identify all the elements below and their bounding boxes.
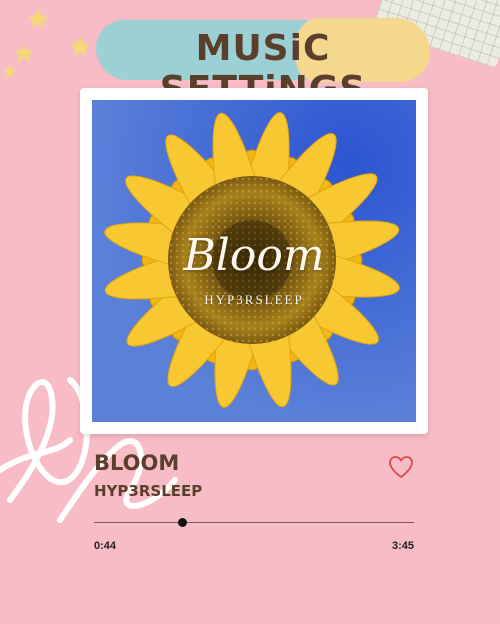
cover-title: Bloom [183, 230, 325, 281]
heart-icon[interactable] [388, 455, 414, 479]
total-time: 3:45 [391, 540, 414, 552]
song-artist: HYP3RSLEEP [94, 482, 203, 500]
song-title: BLOOM [94, 451, 180, 475]
star-icon [3, 64, 17, 78]
album-art-frame: Bloom HYP3RSLEEP [80, 88, 428, 434]
album-art: Bloom HYP3RSLEEP [92, 100, 416, 422]
current-time: 0:44 [94, 540, 117, 552]
header-banner: MUSiC SETTiNGS [96, 18, 430, 110]
star-icon [28, 8, 48, 28]
progress-thumb[interactable] [177, 518, 187, 527]
star-decorations [3, 8, 90, 78]
cover-artist: HYP3RSLEEP [204, 292, 304, 307]
progress-track[interactable] [94, 522, 414, 523]
star-icon [70, 36, 90, 56]
star-icon [15, 44, 33, 62]
